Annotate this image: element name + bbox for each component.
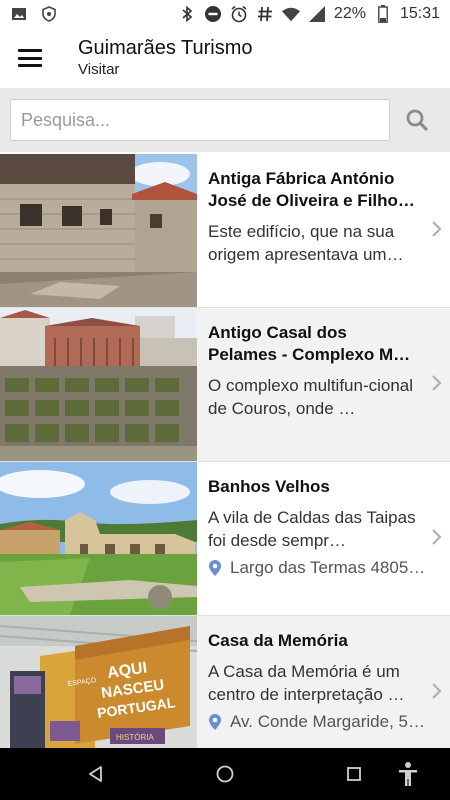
thumb-sign-right: HISTÓRIA	[116, 733, 154, 742]
status-bar: 22% 15:31	[0, 0, 450, 28]
accessibility-icon	[399, 762, 417, 786]
chevron-right-icon	[432, 529, 442, 545]
item-description: A vila de Caldas das Taipas foi desde se…	[208, 508, 416, 550]
hamburger-icon	[18, 49, 42, 67]
search-bar	[0, 88, 450, 152]
map-pin-icon	[209, 714, 221, 730]
accessibility-button[interactable]	[378, 748, 438, 800]
list-item[interactable]: Banhos Velhos A vila de Caldas das Taipa…	[0, 462, 450, 616]
item-thumbnail: AQUI NASCEU PORTUGAL ESPAÇO HISTÓRIA	[0, 616, 197, 748]
item-location-text: Largo das Termas 4805…	[230, 558, 426, 577]
item-location: Largo das Termas 4805…	[208, 558, 425, 578]
item-location-text: Av. Conde Margaride, 5…	[230, 712, 425, 731]
item-title: Antiga Fábrica António José de Oliveira …	[208, 169, 415, 210]
alarm-icon	[230, 5, 248, 23]
list-item[interactable]: Antigo Casal dos Pelames - Complexo M… O…	[0, 308, 450, 462]
item-location: Av. Conde Margaride, 5…	[208, 712, 425, 732]
item-thumbnail	[0, 154, 197, 307]
item-thumbnail	[0, 308, 197, 461]
chevron-right-icon	[432, 683, 442, 699]
signal-icon	[308, 5, 326, 23]
recents-square-icon	[347, 767, 361, 781]
battery-icon	[374, 5, 392, 23]
list-item[interactable]: AQUI NASCEU PORTUGAL ESPAÇO HISTÓRIA Cas…	[0, 616, 450, 748]
chevron-right-icon	[432, 375, 442, 391]
item-title: Banhos Velhos	[208, 477, 330, 496]
system-nav-bar	[0, 748, 450, 800]
item-description: O complexo multifun-cional de Couros, on…	[208, 376, 414, 418]
back-button[interactable]	[66, 748, 126, 800]
chevron-right-icon	[432, 221, 442, 237]
search-button[interactable]	[394, 99, 440, 141]
search-input[interactable]	[10, 99, 391, 141]
page-subtitle: Visitar	[78, 61, 120, 78]
menu-button[interactable]	[0, 28, 60, 88]
bluetooth-icon	[178, 5, 196, 23]
image-icon	[10, 5, 28, 23]
back-triangle-icon	[89, 766, 102, 782]
hashtag-icon	[256, 5, 274, 23]
clock: 15:31	[399, 5, 440, 22]
shield-icon	[40, 5, 58, 23]
item-description: Este edifício, que na sua origem apresen…	[208, 222, 404, 264]
wifi-icon	[281, 5, 300, 23]
item-title: Antigo Casal dos Pelames - Complexo M…	[208, 323, 411, 364]
recents-button[interactable]	[324, 748, 384, 800]
item-description: A Casa da Memória é um centro de interpr…	[208, 662, 405, 704]
search-icon	[406, 109, 428, 131]
item-thumbnail	[0, 462, 197, 615]
app-bar: Guimarães Turismo Visitar	[0, 28, 450, 88]
attractions-list: Antiga Fábrica António José de Oliveira …	[0, 154, 450, 748]
app-title: Guimarães Turismo	[78, 37, 253, 59]
map-pin-icon	[209, 560, 221, 576]
home-circle-icon	[216, 765, 234, 783]
list-item[interactable]: Antiga Fábrica António José de Oliveira …	[0, 154, 450, 308]
item-title: Casa da Memória	[208, 631, 348, 650]
battery-percent: 22%	[333, 5, 366, 22]
do-not-disturb-icon	[204, 5, 222, 23]
home-button[interactable]	[195, 748, 255, 800]
